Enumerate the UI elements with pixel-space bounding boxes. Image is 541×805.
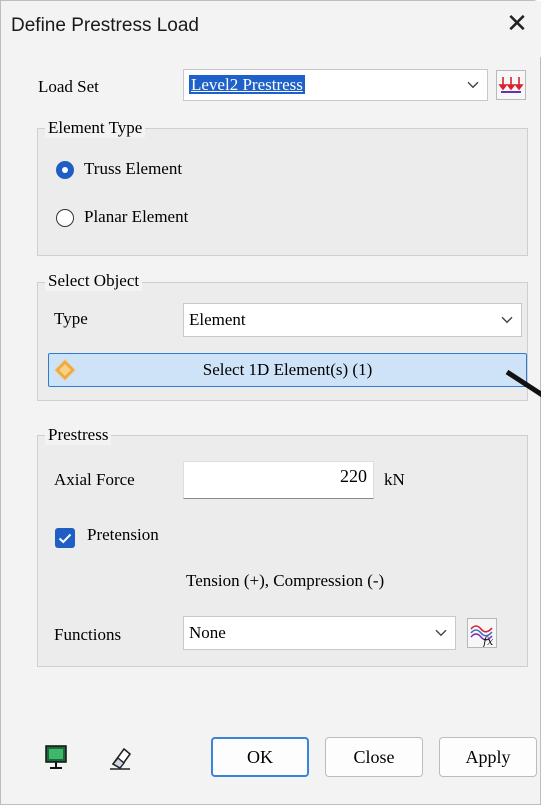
functions-dropdown[interactable]: None — [183, 616, 456, 650]
functions-value: None — [189, 623, 226, 642]
pretension-checkbox[interactable] — [55, 528, 75, 548]
pretension-label[interactable]: Pretension — [87, 525, 159, 545]
type-label: Type — [54, 309, 88, 328]
element-type-title: Element Type — [45, 118, 146, 138]
select-button-label: Select 1D Element(s) (1) — [202, 360, 373, 379]
title-bar: Define Prestress Load ✕ — [1, 1, 541, 57]
ok-button[interactable]: OK — [211, 737, 309, 777]
axial-force-unit: kN — [384, 470, 405, 489]
select-object-title: Select Object — [45, 271, 143, 291]
planar-element-label[interactable]: Planar Element — [84, 207, 188, 227]
load-set-value: Level2 Prestress — [189, 75, 305, 94]
display-icon[interactable] — [41, 742, 71, 772]
checkmark-icon — [58, 533, 72, 544]
apply-button[interactable]: Apply — [439, 737, 537, 777]
dialog-title: Define Prestress Load — [11, 15, 199, 36]
select-1d-elements-button[interactable]: Select 1D Element(s) (1) — [48, 353, 527, 387]
chevron-down-icon — [467, 81, 479, 89]
load-set-label: Load Set — [38, 77, 99, 96]
svg-text:fx: fx — [482, 635, 494, 647]
load-set-dropdown[interactable]: Level2 Prestress — [183, 69, 488, 101]
planar-element-radio[interactable] — [56, 209, 74, 227]
sign-convention-note: Tension (+), Compression (-) — [186, 571, 385, 590]
prestress-title: Prestress — [45, 425, 112, 445]
define-prestress-load-dialog: Define Prestress Load ✕ Load Set Level2 … — [0, 0, 541, 805]
axial-force-label: Axial Force — [54, 470, 135, 489]
functions-label: Functions — [54, 625, 122, 644]
chevron-down-icon — [501, 316, 513, 324]
load-set-graph-icon[interactable] — [496, 70, 526, 100]
truss-element-label[interactable]: Truss Element — [84, 159, 182, 179]
background-annotation-line — [505, 369, 541, 398]
eraser-icon[interactable] — [105, 742, 135, 772]
axial-force-value: 220 — [340, 466, 367, 486]
element-type-group — [37, 128, 528, 256]
type-dropdown[interactable]: Element — [183, 303, 522, 337]
type-value: Element — [189, 310, 246, 329]
chevron-down-icon — [435, 629, 447, 637]
function-graph-icon[interactable]: fx — [467, 618, 497, 648]
close-icon[interactable]: ✕ — [502, 9, 532, 39]
truss-element-radio[interactable] — [56, 161, 74, 179]
axial-force-input[interactable]: 220 — [183, 461, 374, 499]
close-button[interactable]: Close — [325, 737, 423, 777]
